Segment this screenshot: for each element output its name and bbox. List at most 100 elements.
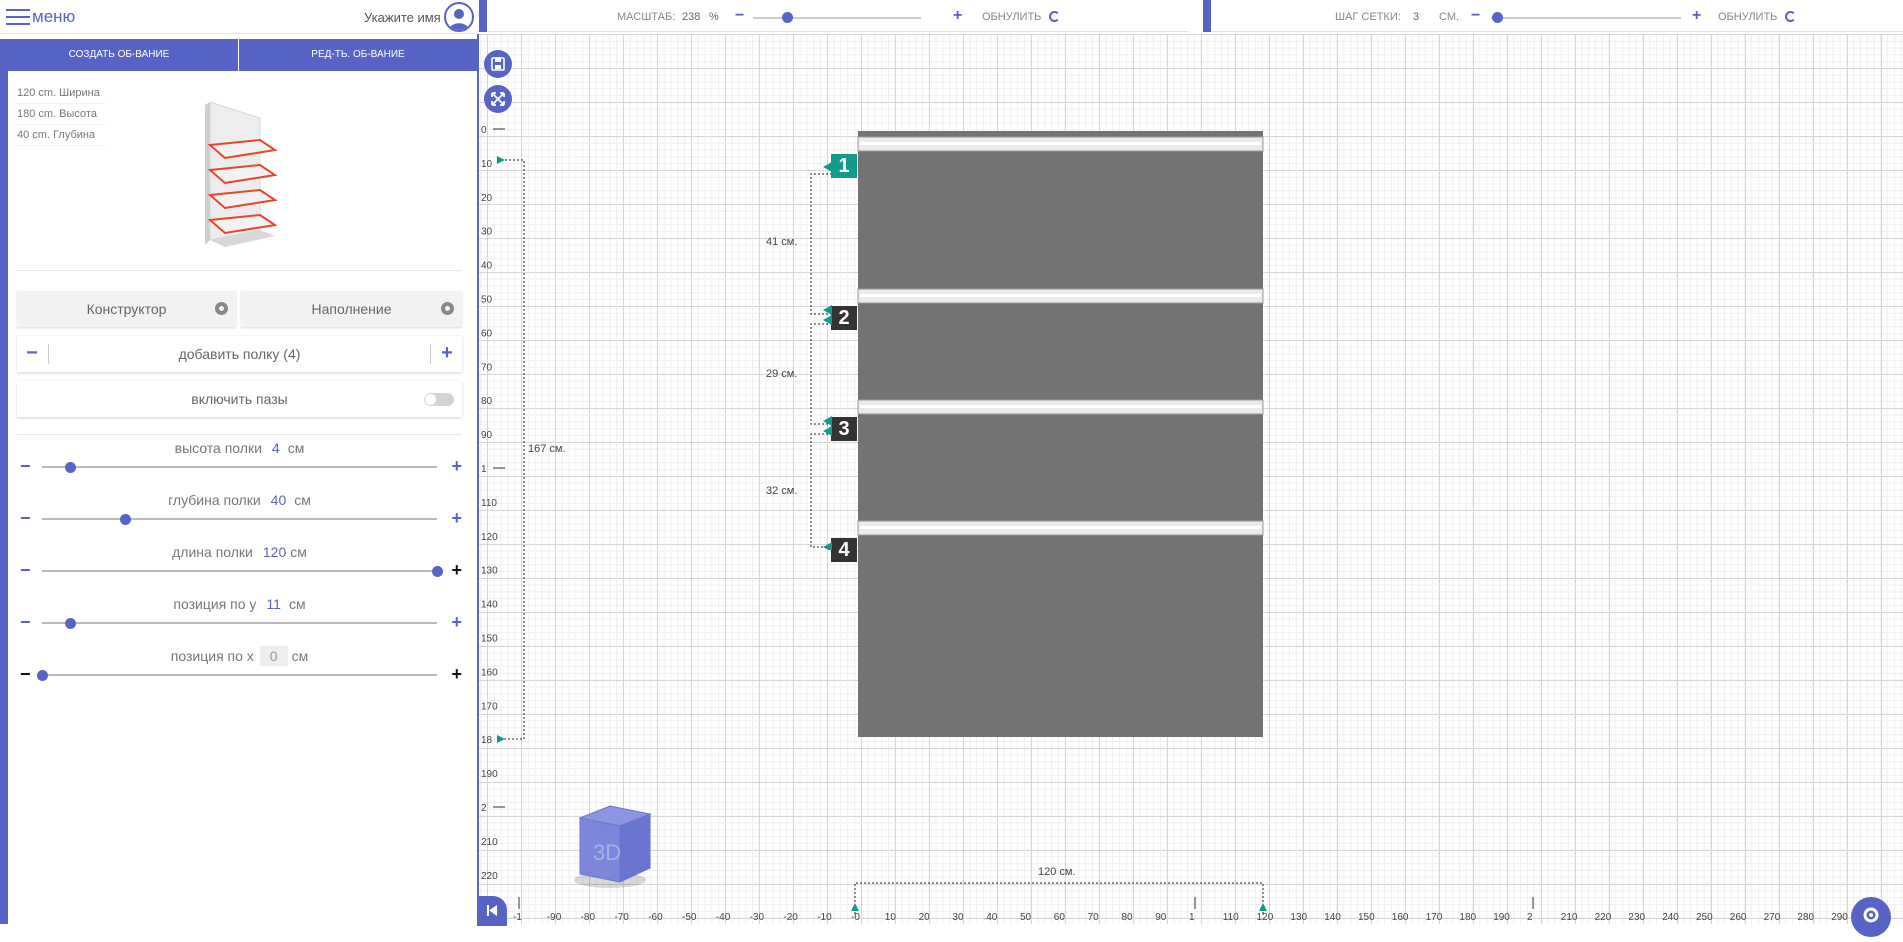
tab-create[interactable]: СОЗДАТЬ ОБ-ВАНИЕ (0, 39, 238, 71)
refresh-icon[interactable] (1049, 11, 1060, 22)
tab-edit[interactable]: РЕД-ТЬ. ОБ-ВАНИЕ (238, 39, 477, 71)
increase-button[interactable]: + (451, 613, 462, 631)
decrease-button[interactable]: − (20, 457, 31, 475)
dimensions-list: 120 cm. Ширина 180 cm. Высота 40 cm. Глу… (17, 83, 105, 146)
constructor-button[interactable]: Конструктор (17, 291, 236, 327)
divider (48, 344, 49, 364)
decrease-button[interactable]: − (20, 509, 31, 527)
slider-track[interactable] (42, 514, 437, 525)
slider-handle[interactable] (37, 670, 48, 681)
shelf-highlight (860, 526, 1261, 529)
vertical-ruler-tick: 30 (481, 227, 493, 238)
horizontal-ruler-tick: -30 (750, 912, 765, 923)
slider-handle[interactable] (432, 566, 443, 577)
grid-step-label: ШАГ СЕТКИ: (1335, 11, 1401, 23)
dimension-arrow (497, 156, 505, 164)
horizontal-ruler-tick: 30 (952, 912, 964, 923)
horizontal-ruler-tick: 210 (1561, 912, 1578, 923)
increase-button[interactable]: + (451, 457, 462, 475)
grooves-label: включить пазы (191, 391, 288, 407)
gear-icon[interactable] (215, 302, 228, 315)
dimension-width: 120 cm. Ширина (17, 83, 105, 104)
add-shelf-button[interactable]: + (432, 336, 462, 372)
vertical-ruler-tick: 210 (481, 837, 498, 848)
total-height-dimension (501, 159, 525, 740)
horizontal-ruler-tick: 170 (1426, 912, 1443, 923)
slider-track[interactable] (42, 618, 437, 629)
horizontal-ruler-tick: -80 (581, 912, 596, 923)
scale-unit: % (709, 11, 719, 23)
gear-icon[interactable] (441, 302, 454, 315)
dimension-depth: 40 cm. Глубина (17, 125, 105, 146)
menu-label[interactable]: меню (32, 7, 75, 27)
grid-slider-handle[interactable] (1491, 12, 1503, 23)
slider-handle[interactable] (119, 514, 131, 525)
grooves-toggle[interactable] (424, 393, 454, 406)
param-shelf-height-label: высота полки 4 см (174, 440, 305, 456)
grid-step-value[interactable]: 3 (1413, 11, 1419, 23)
increase-button[interactable]: + (451, 561, 462, 579)
horizontal-ruler-tick: 60 (1054, 912, 1066, 923)
param-value[interactable]: 0 (259, 646, 288, 666)
vertical-ruler-tick: 220 (481, 871, 498, 882)
shelving-board[interactable] (858, 131, 1263, 737)
filling-label: Наполнение (311, 301, 392, 317)
horizontal-ruler-tick: 190 (1493, 912, 1510, 923)
constructor-label: Конструктор (86, 301, 167, 317)
collapse-panel-button[interactable] (477, 896, 507, 926)
grid-reset-button[interactable]: ОБНУЛИТЬ (1718, 11, 1777, 23)
grid-slider-track[interactable] (1491, 12, 1681, 23)
user-name[interactable]: Укажите имя (364, 10, 441, 25)
decrease-button[interactable]: − (20, 613, 31, 631)
param-value[interactable]: 40 (271, 492, 287, 508)
param-value[interactable]: 4 (272, 440, 280, 456)
param-value[interactable]: 120 (263, 544, 286, 560)
horizontal-ruler-tick: -90 (547, 912, 562, 923)
param-position-x-label: позиция по x 0 см (170, 646, 309, 666)
increase-button[interactable]: + (451, 509, 462, 527)
horizontal-ruler-tick: 120 (1257, 912, 1274, 923)
decrease-button[interactable]: − (20, 665, 31, 683)
grid-decrease-button[interactable]: − (1471, 7, 1480, 25)
grid-toolbar: ШАГ СЕТКИ: 3 СМ. − + ОБНУЛИТЬ (1203, 0, 1903, 32)
grid-step-unit: СМ. (1439, 11, 1460, 23)
decrease-button[interactable]: − (20, 561, 31, 579)
horizontal-ruler-tick: 240 (1662, 912, 1679, 923)
increase-button[interactable]: + (451, 665, 462, 683)
vertical-ruler-tick: 18 (481, 735, 493, 746)
scale-slider-handle[interactable] (781, 12, 793, 23)
avatar-icon[interactable] (444, 2, 474, 32)
vertical-ruler-tick: 110 (481, 498, 497, 509)
shelf-highlight (860, 294, 1261, 297)
filling-button[interactable]: Наполнение (241, 291, 462, 327)
scale-increase-button[interactable]: + (953, 7, 962, 25)
scale-value[interactable]: 238 (682, 11, 700, 23)
divider (430, 344, 431, 364)
position-y-slider: − + (20, 613, 462, 632)
top-bar: меню Укажите имя (0, 0, 477, 34)
view-3d-cube-icon[interactable]: 3D (565, 800, 655, 892)
slider-track[interactable] (42, 566, 443, 577)
horizontal-ruler-tick: -70 (614, 912, 629, 923)
divider (17, 434, 462, 435)
scale-reset-button[interactable]: ОБНУЛИТЬ (982, 11, 1041, 23)
horizontal-ruler-tick: 220 (1595, 912, 1612, 923)
grid-increase-button[interactable]: + (1692, 7, 1701, 25)
refresh-icon[interactable] (1785, 11, 1796, 22)
remove-shelf-button[interactable]: − (17, 336, 47, 372)
hamburger-icon[interactable] (6, 7, 30, 27)
dimension-height: 180 cm. Высота (17, 104, 105, 125)
slider-track[interactable] (37, 670, 437, 681)
add-shelf-label[interactable]: добавить полку (4) (17, 336, 462, 372)
horizontal-ruler-tick: 70 (1088, 912, 1100, 923)
scale-decrease-button[interactable]: − (735, 7, 744, 25)
scale-slider-track[interactable] (753, 12, 921, 23)
param-value[interactable]: 11 (266, 596, 281, 612)
vertical-ruler-tick: 20 (481, 193, 493, 204)
slider-handle[interactable] (64, 462, 76, 473)
shelf-highlight (860, 405, 1261, 408)
settings-button[interactable] (1851, 897, 1891, 937)
slider-handle[interactable] (64, 618, 76, 629)
vertical-ruler-tick: 120 (481, 532, 498, 543)
slider-track[interactable] (42, 462, 437, 473)
